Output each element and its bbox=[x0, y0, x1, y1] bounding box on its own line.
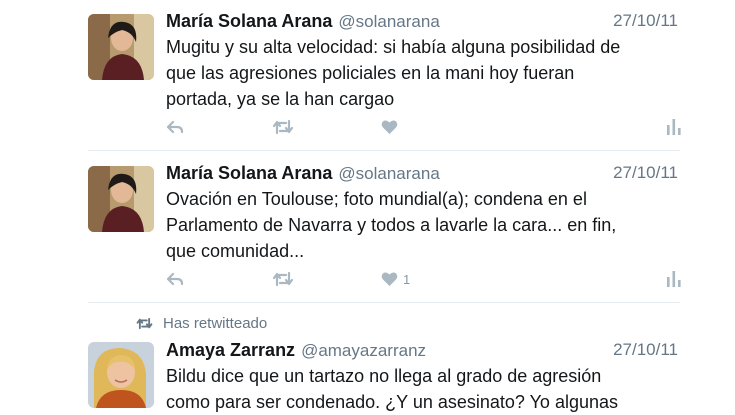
retweet-icon bbox=[272, 119, 294, 135]
author-name[interactable]: Amaya Zarranz bbox=[166, 340, 295, 360]
like-count: 1 bbox=[403, 271, 411, 287]
tweet-date[interactable]: 27/10/11 bbox=[613, 337, 678, 363]
tweet-actions bbox=[166, 117, 686, 137]
retweet-button[interactable] bbox=[272, 117, 294, 137]
author-name[interactable]: María Solana Arana bbox=[166, 11, 332, 31]
like-button[interactable]: 1 bbox=[381, 269, 410, 289]
avatar[interactable] bbox=[88, 342, 154, 408]
reply-icon bbox=[166, 120, 184, 134]
tweet-date[interactable]: 27/10/11 bbox=[613, 160, 678, 186]
retweet-button[interactable] bbox=[272, 269, 294, 289]
author-handle[interactable]: @solanarana bbox=[338, 12, 439, 31]
author-name[interactable]: María Solana Arana bbox=[166, 163, 332, 183]
tweet-separator bbox=[88, 150, 680, 151]
analytics-icon bbox=[667, 271, 681, 287]
retweet-icon bbox=[272, 271, 294, 287]
analytics-icon bbox=[667, 119, 681, 135]
author-handle[interactable]: @amayazarranz bbox=[301, 341, 426, 360]
heart-icon bbox=[381, 120, 398, 134]
reply-button[interactable] bbox=[166, 269, 184, 289]
avatar[interactable] bbox=[88, 166, 154, 232]
tweet-text: Bildu dice que un tartazo no llega al gr… bbox=[166, 366, 618, 412]
retweet-context-label: Has retwitteado bbox=[163, 314, 268, 332]
retweet-context: Has retwitteado bbox=[136, 313, 267, 333]
reply-icon bbox=[166, 272, 184, 286]
tweet-text: Mugitu y su alta velocidad: si había alg… bbox=[166, 37, 621, 109]
heart-icon bbox=[381, 272, 398, 286]
analytics-button[interactable] bbox=[667, 117, 681, 137]
analytics-button[interactable] bbox=[667, 269, 681, 289]
tweet-separator bbox=[88, 302, 680, 303]
tweet-actions: 1 bbox=[166, 269, 686, 289]
avatar[interactable] bbox=[88, 14, 154, 80]
reply-button[interactable] bbox=[166, 117, 184, 137]
retweet-icon bbox=[136, 317, 153, 329]
like-button[interactable] bbox=[381, 117, 403, 137]
author-handle[interactable]: @solanarana bbox=[338, 164, 439, 183]
tweet-date[interactable]: 27/10/11 bbox=[613, 8, 678, 34]
tweet-text: Ovación en Toulouse; foto mundial(a); co… bbox=[166, 189, 617, 261]
